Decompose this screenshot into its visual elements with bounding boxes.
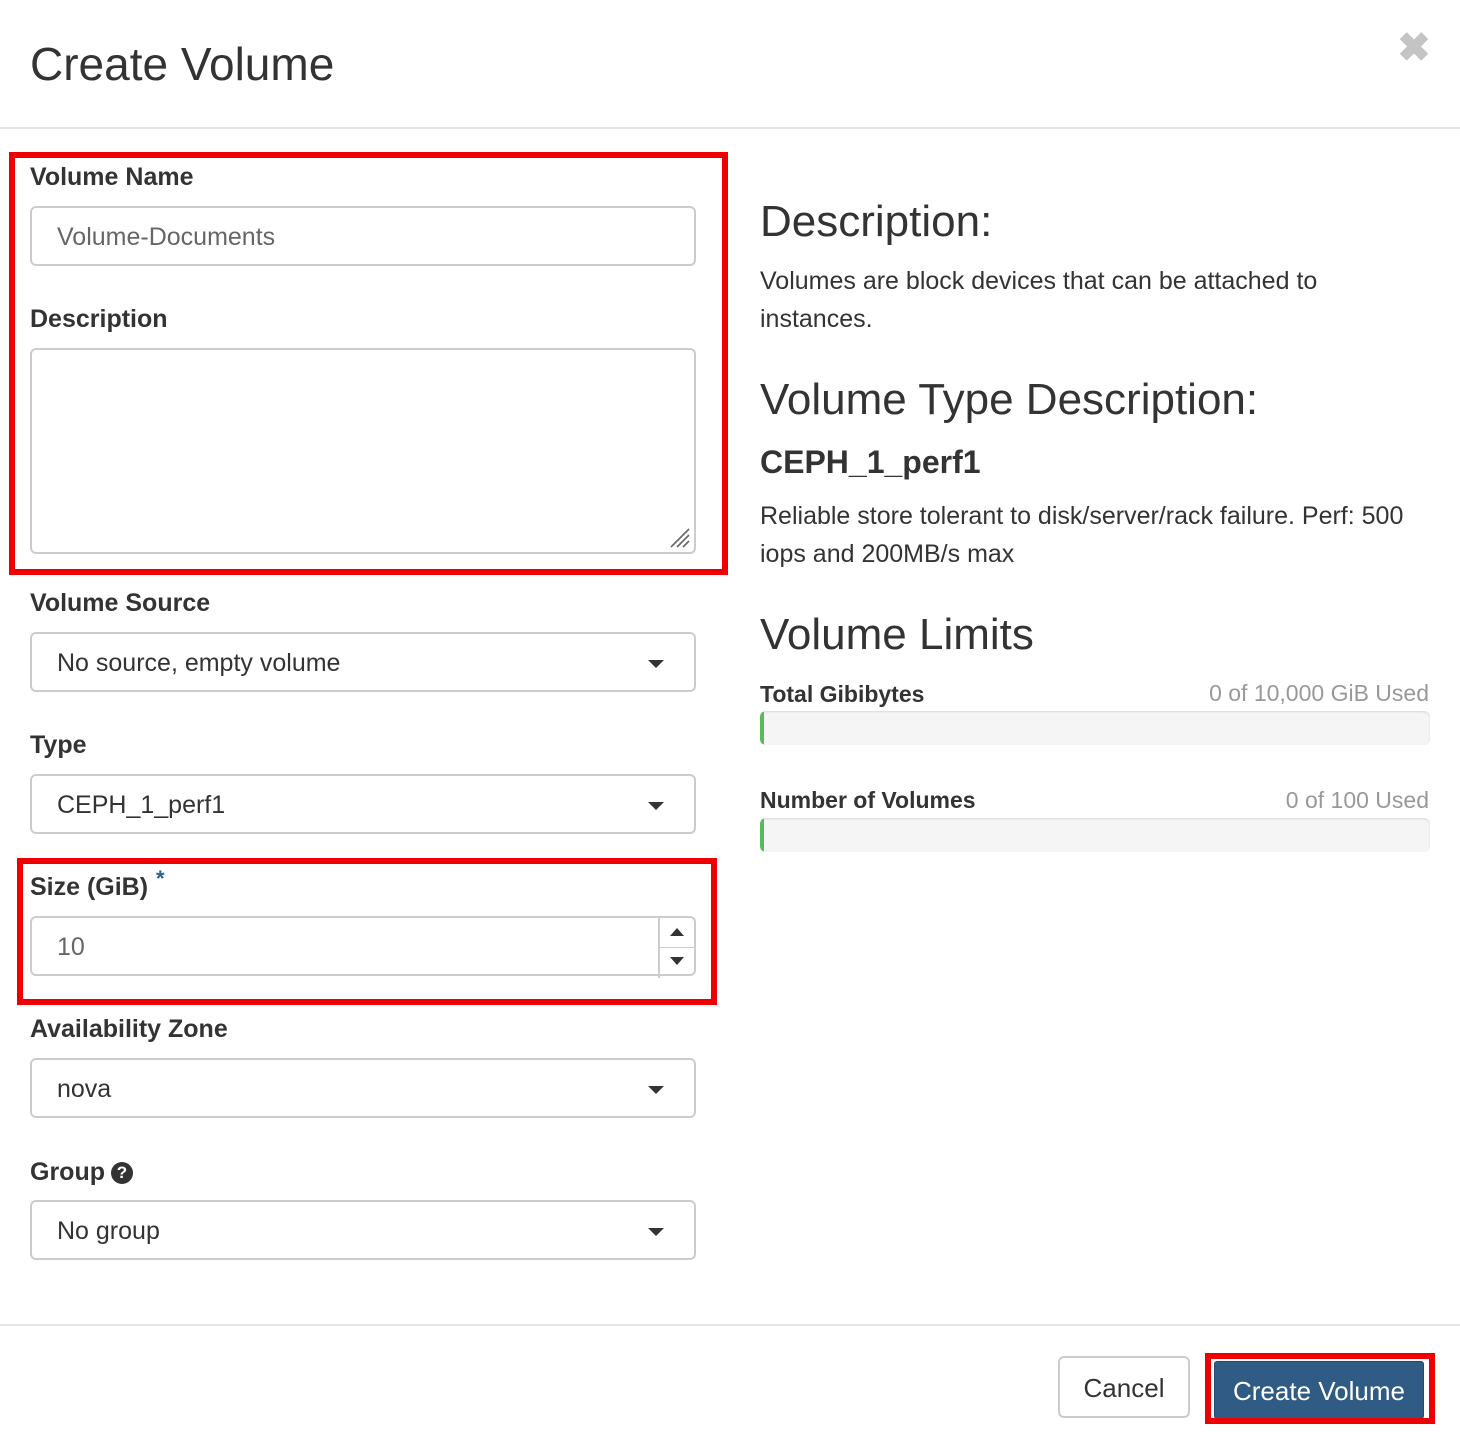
limit-total-gibibytes-fill <box>760 711 764 745</box>
chevron-down-icon <box>648 802 664 810</box>
group-label-row: Group? <box>30 1157 133 1187</box>
limit-total-gibibytes-bar <box>760 711 1430 745</box>
volume-name-placeholder: Volume-Documents <box>57 223 276 251</box>
availability-zone-value: nova <box>57 1075 112 1103</box>
create-volume-button[interactable]: Create Volume <box>1214 1361 1424 1419</box>
chevron-down-icon <box>648 1228 664 1236</box>
group-label: Group <box>30 1158 105 1186</box>
limit-number-volumes-used: 0 of 100 Used <box>1285 787 1429 813</box>
size-stepper <box>658 918 694 978</box>
question-circle-icon[interactable]: ? <box>111 1162 133 1184</box>
volume-type-name: CEPH_1_perf1 <box>760 444 981 480</box>
description-textarea[interactable] <box>30 348 696 554</box>
close-icon[interactable]: ✖ <box>1396 28 1432 68</box>
size-value: 10 <box>57 933 85 961</box>
modal-title: Create Volume <box>30 38 335 90</box>
limit-number-volumes-bar <box>760 818 1430 852</box>
group-value: No group <box>57 1217 160 1245</box>
chevron-down-icon <box>648 1086 664 1094</box>
volume-name-input[interactable]: Volume-Documents <box>30 206 696 266</box>
size-number-input[interactable]: 10 <box>30 916 696 978</box>
limit-number-volumes-label: Number of Volumes <box>760 787 976 813</box>
resize-grip-icon[interactable] <box>667 525 691 549</box>
modal-header: Create Volume ✖ <box>0 0 1460 129</box>
limit-total-gibibytes-label: Total Gibibytes <box>760 681 925 707</box>
availability-zone-select[interactable]: nova <box>30 1058 696 1118</box>
chevron-down-icon <box>648 660 664 668</box>
limit-number-volumes-fill <box>760 818 764 852</box>
stepper-down-icon[interactable] <box>660 947 694 976</box>
type-value: CEPH_1_perf1 <box>57 791 226 819</box>
type-label: Type <box>30 731 87 759</box>
size-label: Size (GiB) <box>30 873 149 901</box>
create-volume-modal: Create Volume ✖ Volume Name Volume-Docum… <box>0 0 1460 1452</box>
volume-type-heading: Volume Type Description: <box>760 375 1259 424</box>
description-label: Description <box>30 305 168 333</box>
volume-source-label: Volume Source <box>30 589 211 617</box>
description-text: Volumes are block devices that can be at… <box>760 267 1318 333</box>
limit-total-gibibytes-used: 0 of 10,000 GiB Used <box>1209 680 1429 706</box>
availability-zone-label: Availability Zone <box>30 1015 228 1043</box>
cancel-button[interactable]: Cancel <box>1058 1356 1190 1418</box>
volume-name-label: Volume Name <box>30 163 194 191</box>
volume-limits-heading: Volume Limits <box>760 610 1034 659</box>
volume-source-value: No source, empty volume <box>57 649 341 677</box>
volume-type-text: Reliable store tolerant to disk/server/r… <box>760 502 1404 568</box>
stepper-up-icon[interactable] <box>660 918 694 948</box>
description-heading: Description: <box>760 197 993 246</box>
type-select[interactable]: CEPH_1_perf1 <box>30 774 696 834</box>
volume-source-select[interactable]: No source, empty volume <box>30 632 696 692</box>
required-asterisk: * <box>156 866 165 891</box>
group-select[interactable]: No group <box>30 1200 696 1260</box>
